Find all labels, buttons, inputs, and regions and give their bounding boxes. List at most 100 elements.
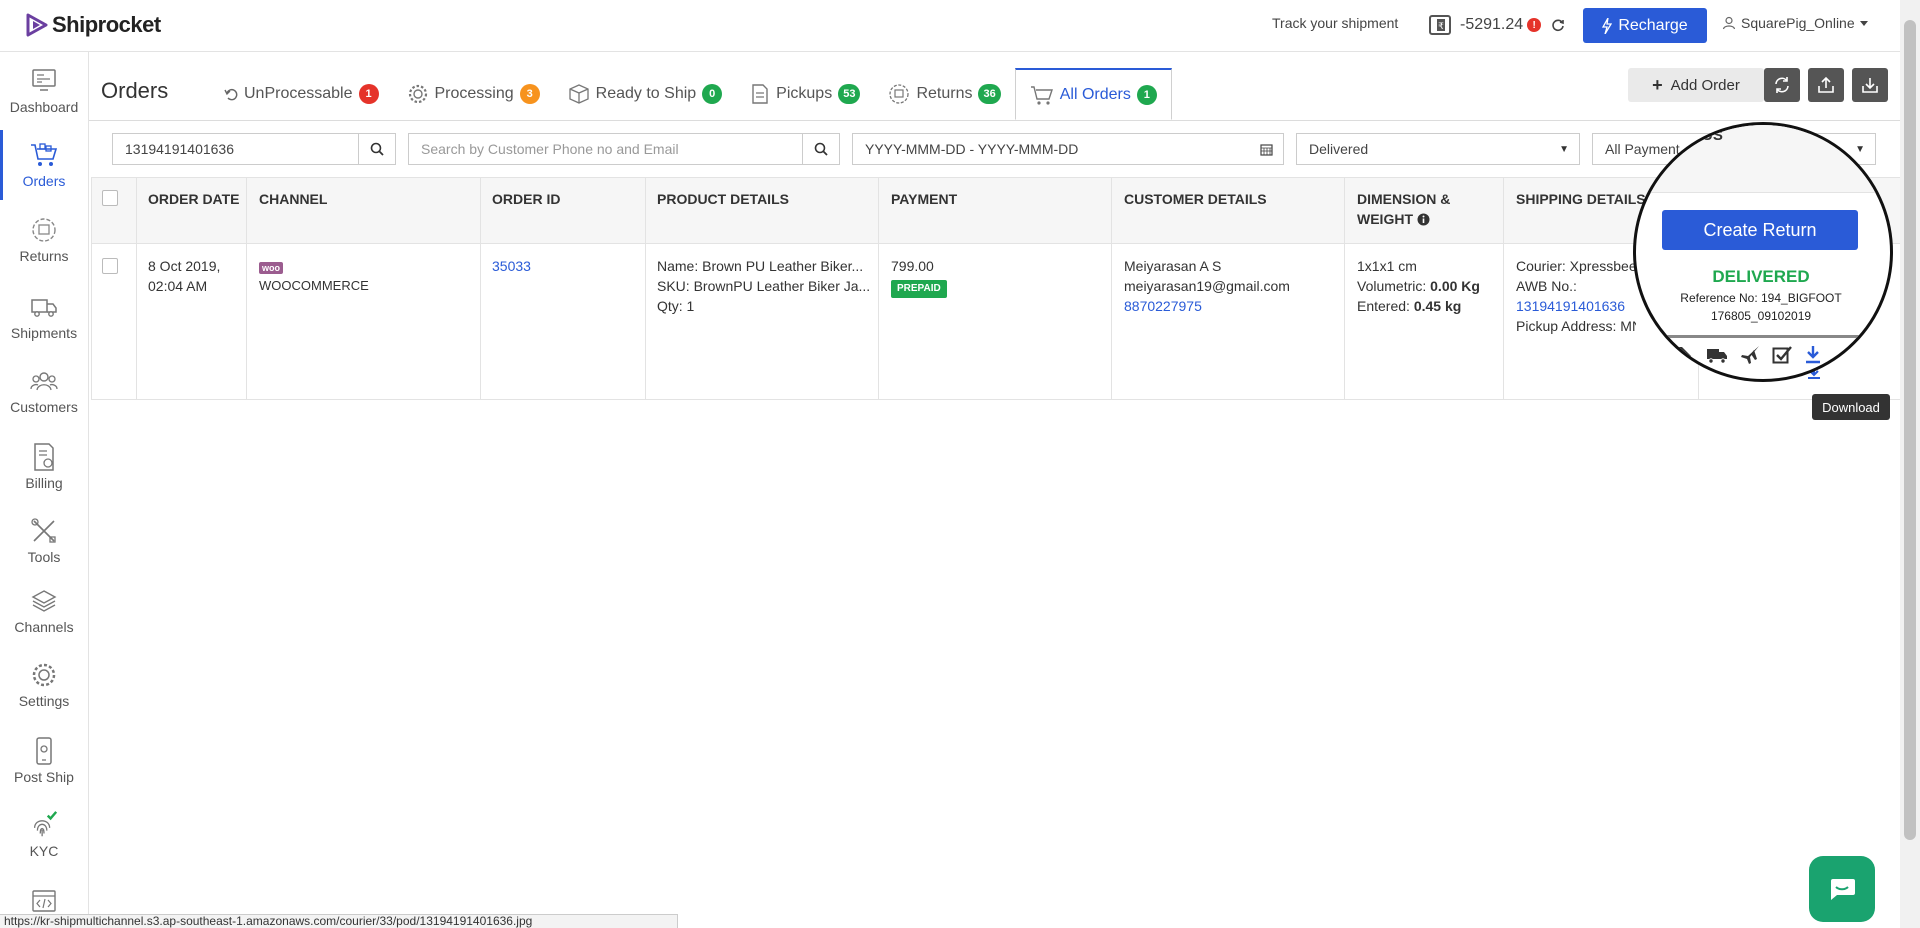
tab-returns[interactable]: Returns 36 [874,68,1014,120]
tab-pickups[interactable]: Pickups 53 [736,68,874,120]
column-divider [91,177,92,400]
refresh-icon [1775,77,1789,93]
track-shipment-link[interactable]: Track your shipment [1272,15,1398,31]
header-product-details: PRODUCT DETAILS [657,191,789,207]
column-divider [246,177,247,400]
truck-icon [31,299,57,317]
action-icons [1672,345,1822,365]
sidebar-item-returns[interactable]: Returns [0,215,88,264]
sidebar-item-settings[interactable]: Settings [0,660,88,709]
header-order-date: ORDER DATE [148,191,240,207]
count-badge: 1 [1136,84,1157,105]
wallet-balance[interactable]: ₹ -5291.24 ! [1428,13,1565,37]
plane-icon[interactable] [1740,345,1760,365]
export-button[interactable] [1808,68,1844,102]
status-select[interactable]: Delivered ▼ [1296,133,1580,165]
count-badge: 53 [838,84,861,104]
entered-label: Entered: [1357,298,1410,314]
sidebar-item-label: Shipments [10,325,78,341]
magnifier-header-strip [1636,125,1890,193]
tools-icon [31,518,56,543]
sidebar-item-channels[interactable]: Channels [0,586,88,635]
sidebar: Dashboard Orders Returns Shipments Custo… [0,52,89,928]
recharge-button[interactable]: Recharge [1583,8,1707,43]
page-scrollbar-thumb[interactable] [1904,20,1916,840]
create-return-button[interactable]: Create Return [1662,210,1858,250]
sidebar-item-post-ship[interactable]: Post Ship [0,736,88,785]
sidebar-item-billing[interactable]: Billing [0,442,88,491]
sync-button[interactable] [1764,68,1800,102]
tab-all-orders[interactable]: All Orders 1 [1014,68,1172,120]
sidebar-item-kyc[interactable]: KYC [0,810,88,859]
column-divider [480,177,481,400]
order-date-day: 8 Oct 2019, [148,258,221,274]
column-divider [878,177,879,400]
plus-icon: + [1652,75,1663,95]
customer-search-input[interactable]: Search by Customer Phone no and Email [408,133,804,165]
tab-unprocessable[interactable]: UnProcessable 1 [210,68,393,120]
shiprocket-logo[interactable]: Shiprocket [24,12,161,38]
sidebar-item-shipments[interactable]: Shipments [0,292,88,341]
user-name: SquarePig_Online [1741,15,1855,31]
sidebar-item-tools[interactable]: Tools [0,516,88,565]
recharge-label: Recharge [1618,16,1688,34]
row-checkbox[interactable] [102,258,118,274]
order-date: 8 Oct 2019, 02:04 AM [148,256,220,296]
magnifier-divider [1666,335,1866,338]
calendar-icon [1260,144,1273,156]
returns-icon [32,218,56,242]
sidebar-item-dashboard[interactable]: Dashboard [0,66,88,115]
sidebar-item-label: Dashboard [9,99,79,115]
reference-number: Reference No: 194_BIGFOOT 176805_0910201… [1636,289,1886,325]
date-range-input[interactable]: YYYY-MMM-DD - YYYY-MMM-DD [852,133,1284,165]
tabs-divider [89,120,1900,121]
alert-icon[interactable]: ! [1527,18,1542,32]
customers-icon [30,372,58,391]
top-bar: Shiprocket Track your shipment ₹ -5291.2… [0,0,1920,52]
magnifier-partial-header: US [1702,127,1723,144]
order-tabs: UnProcessable 1 Processing 3 Ready to Sh… [210,68,1172,120]
create-return-label: Create Return [1703,219,1817,240]
column-divider [136,177,137,400]
refresh-balance-icon[interactable] [1551,18,1565,32]
sidebar-item-label: Orders [22,173,66,189]
sidebar-item-orders[interactable]: Orders [0,130,88,200]
header-dimension-line-1: DIMENSION & [1357,191,1451,207]
download-icon[interactable] [1804,345,1822,365]
order-id-link[interactable]: 35033 [492,256,531,276]
customer-search-button[interactable] [802,133,840,165]
tab-label: Returns [916,85,973,102]
import-button[interactable] [1852,68,1888,102]
status-bar-url: https://kr-shipmultichannel.s3.ap-southe… [0,914,678,928]
tab-processing[interactable]: Processing 3 [393,68,554,120]
returns-icon [889,84,910,104]
sidebar-item-customers[interactable]: Customers [0,366,88,415]
info-icon[interactable] [1417,213,1430,226]
phone-icon [36,737,52,765]
chat-button[interactable] [1809,856,1875,922]
checkbox-icon[interactable] [1772,345,1792,365]
awb-link[interactable]: 13194191401636 [1516,296,1636,316]
awb-search-button[interactable] [358,133,396,165]
tag-icon[interactable] [1672,345,1694,365]
column-divider [1503,177,1504,400]
sidebar-item-label: Post Ship [14,769,74,785]
add-order-button[interactable]: + Add Order [1628,68,1764,102]
sidebar-item-label: Billing [25,475,63,491]
upload-icon [1818,76,1834,93]
package-icon [569,84,589,104]
wallet-amount: -5291.24 [1460,16,1524,33]
count-badge: 1 [358,84,379,104]
tab-label: All Orders [1059,85,1131,103]
awb-search-input[interactable]: 13194191401636 [112,133,359,165]
header-order-id: ORDER ID [492,191,561,207]
select-all-checkbox[interactable] [102,190,118,206]
customer-phone-link[interactable]: 8870227975 [1124,296,1290,316]
sidebar-item-label: Channels [14,619,74,635]
user-menu[interactable]: SquarePig_Online [1722,15,1868,31]
download-icon [1862,78,1878,93]
truck-icon[interactable] [1706,346,1728,364]
tab-ready-to-ship[interactable]: Ready to Ship 0 [554,68,737,120]
sidebar-item-label: Customers [10,399,78,415]
zoom-magnifier: US Create Return DELIVERED Reference No:… [1633,122,1893,382]
